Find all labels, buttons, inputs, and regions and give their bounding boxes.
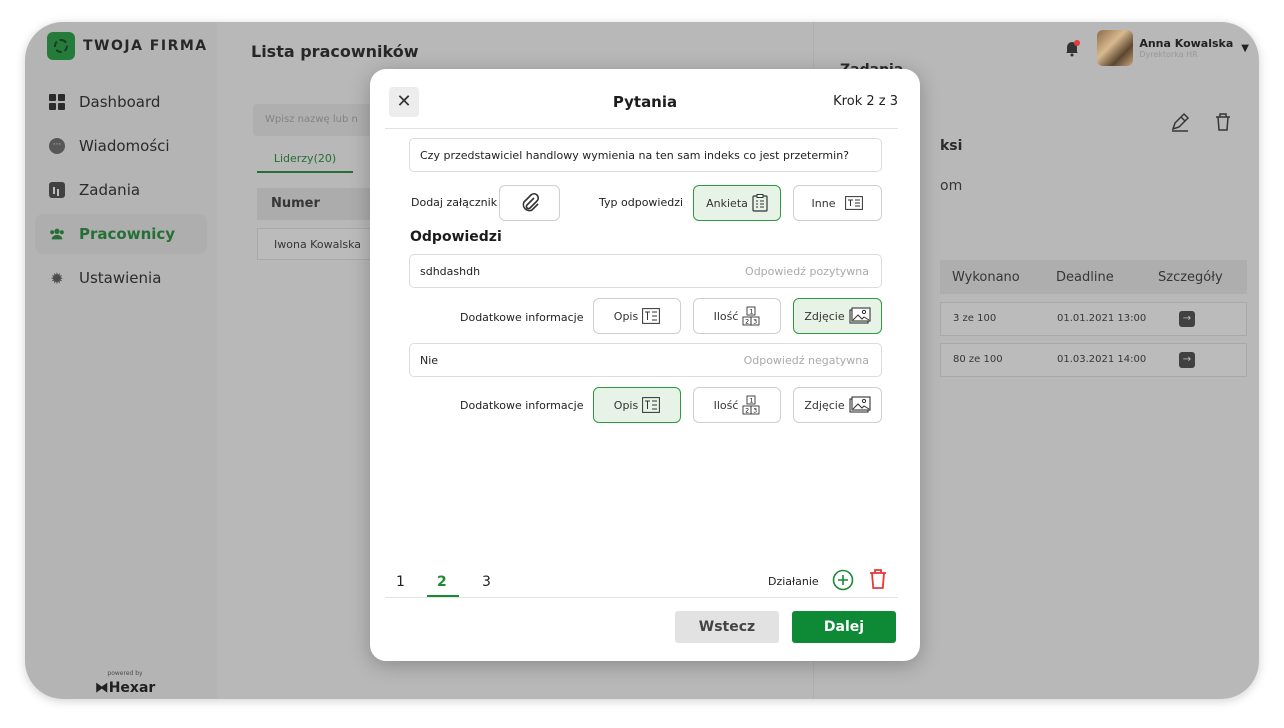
svg-text:3: 3 — [754, 408, 758, 415]
clipboard-list-icon — [752, 194, 768, 212]
answer-negative-input[interactable]: Nie Odpowiedź negatywna — [409, 343, 882, 377]
type-other-button[interactable]: Inne — [793, 185, 882, 221]
answer-positive-hint: Odpowiedź pozytywna — [745, 265, 869, 278]
question-tab-3[interactable]: 3 — [482, 574, 491, 590]
action-label: Działanie — [768, 575, 819, 588]
answer2-quantity-button[interactable]: Ilość 123 — [693, 387, 781, 423]
question-tab-1[interactable]: 1 — [396, 574, 405, 590]
answer1-quantity-button[interactable]: Ilość 123 — [693, 298, 781, 334]
attach-label: Dodaj załącznik — [411, 196, 498, 209]
question-input[interactable]: Czy przedstawiciel handlowy wymienia na … — [409, 138, 882, 172]
quantity-label: Ilość — [713, 398, 739, 412]
type-other-label: Inne — [811, 196, 836, 210]
extra-info-label: Dodatkowe informacje — [460, 399, 584, 412]
photo-label: Zdjęcie — [804, 398, 845, 412]
answer-negative-hint: Odpowiedź negatywna — [743, 354, 869, 367]
next-button[interactable]: Dalej — [792, 611, 896, 643]
questions-modal: ✕ Pytania Krok 2 z 3 Czy przedstawiciel … — [370, 69, 920, 661]
user-name: Anna Kowalska — [1139, 37, 1234, 50]
photo-icon — [849, 307, 871, 324]
type-survey-label: Ankieta — [706, 196, 748, 210]
answer-positive-input[interactable]: sdhdashdh Odpowiedź pozytywna — [409, 254, 882, 288]
app-window: TWOJA FIRMA Dashboard ··· Wiadomości Zad… — [25, 22, 1259, 699]
svg-text:1: 1 — [750, 309, 754, 316]
photo-icon — [849, 396, 871, 413]
svg-text:2: 2 — [746, 408, 750, 415]
add-question-icon[interactable] — [832, 569, 854, 591]
numbers-icon: 12 3 — [742, 395, 760, 415]
caret-down-icon[interactable]: ▼ — [1241, 43, 1249, 54]
user-menu[interactable]: Anna Kowalska Dyrektorka HR ▼ — [1063, 30, 1249, 66]
delete-question-icon[interactable] — [868, 568, 888, 590]
user-role: Dyrektorka HR — [1139, 50, 1198, 59]
text-box-icon — [845, 196, 864, 210]
bell-icon[interactable] — [1063, 39, 1081, 57]
answer2-photo-button[interactable]: Zdjęcie — [793, 387, 882, 423]
numbers-icon: 12 3 — [742, 306, 760, 326]
type-survey-button[interactable]: Ankieta — [693, 185, 781, 221]
svg-text:2: 2 — [746, 319, 750, 326]
answer2-description-button[interactable]: Opis — [593, 387, 681, 423]
paperclip-icon — [522, 192, 539, 212]
svg-text:1: 1 — [750, 398, 754, 405]
text-box-icon — [642, 308, 661, 324]
answer-positive-value: sdhdashdh — [420, 265, 481, 278]
svg-text:3: 3 — [754, 319, 758, 326]
back-button[interactable]: Wstecz — [675, 611, 779, 643]
step-indicator: Krok 2 z 3 — [833, 94, 898, 109]
divider — [385, 597, 898, 598]
avatar — [1097, 30, 1134, 66]
extra-info-label: Dodatkowe informacje — [460, 311, 584, 324]
quantity-label: Ilość — [713, 309, 739, 323]
photo-label: Zdjęcie — [804, 309, 845, 323]
answer1-description-button[interactable]: Opis — [593, 298, 681, 334]
description-label: Opis — [613, 309, 639, 323]
divider — [385, 128, 898, 129]
description-label: Opis — [613, 398, 639, 412]
answer-type-label: Typ odpowiedzi — [599, 196, 684, 209]
question-tab-2[interactable]: 2 — [437, 574, 447, 590]
text-box-icon — [642, 397, 661, 413]
answer1-photo-button[interactable]: Zdjęcie — [793, 298, 882, 334]
user-info: Anna Kowalska Dyrektorka HR — [1139, 37, 1233, 59]
attach-button[interactable] — [499, 185, 560, 221]
answer-negative-value: Nie — [420, 354, 439, 367]
answers-title: Odpowiedzi — [410, 229, 502, 245]
